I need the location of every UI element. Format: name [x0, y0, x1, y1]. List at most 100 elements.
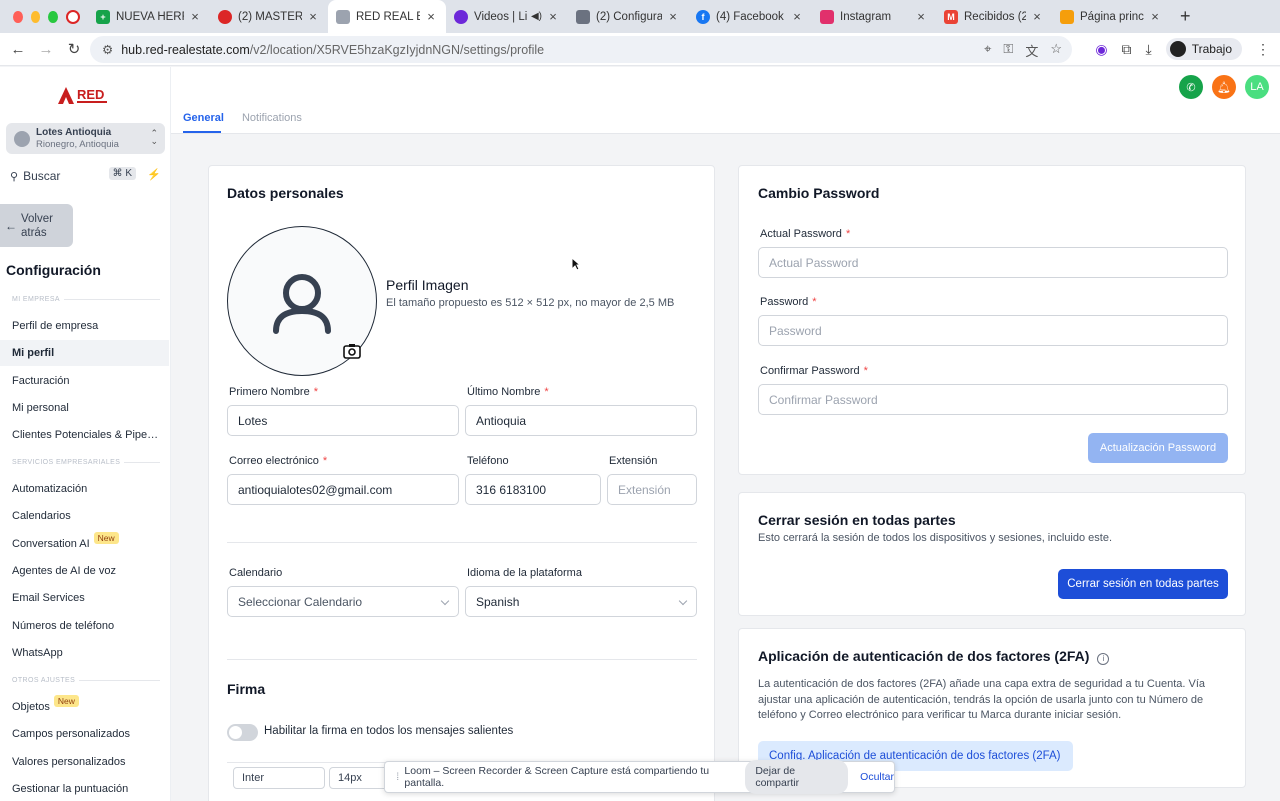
sidebar-item-objects[interactable]: Objetos New [0, 694, 169, 720]
download-icon[interactable]: ⤓ [1146, 41, 1152, 58]
notifications-button[interactable]: 🔔︎ [1212, 75, 1236, 99]
browser-tab[interactable]: (2) MASTER AGENCIA × [210, 0, 328, 33]
star-icon[interactable]: ☆ [1050, 41, 1062, 60]
close-tab-icon[interactable]: × [546, 9, 560, 24]
sidebar-item-email-services[interactable]: Email Services [0, 585, 169, 611]
calendar-select[interactable]: Seleccionar Calendario [227, 586, 459, 617]
browser-tab[interactable]: Videos | Library ◀) × [446, 0, 568, 33]
sidebar-item-calendars[interactable]: Calendarios [0, 503, 169, 529]
stop-sharing-button[interactable]: Dejar de compartir [745, 760, 849, 794]
camera-icon[interactable] [343, 343, 361, 359]
phone-button[interactable]: ✆ [1179, 75, 1203, 99]
red-logo-icon [336, 9, 350, 24]
location-sub: Rionegro, Antioquia [36, 138, 119, 150]
sidebar-item-staff[interactable]: Mi personal [0, 395, 169, 421]
new-badge: New [93, 532, 119, 544]
email-field[interactable]: antioquialotes02@gmail.com [227, 474, 459, 505]
info-icon[interactable]: i [1097, 653, 1110, 665]
location-icon[interactable]: ⌖ [984, 41, 991, 60]
extension-field[interactable]: Extensión [607, 474, 697, 505]
signature-toggle[interactable] [227, 724, 258, 741]
new-password-label: Password * [760, 296, 817, 308]
sidebar-item-voice-ai[interactable]: Agentes de AI de voz [0, 558, 169, 584]
update-password-button[interactable]: Actualización Password [1088, 433, 1228, 463]
reload-icon[interactable]: ↻ [60, 40, 88, 58]
close-tab-icon[interactable]: × [424, 9, 438, 24]
speaker-icon[interactable]: ◀) [531, 11, 542, 22]
sidebar-item-pipelines[interactable]: Clientes Potenciales & Pipelines [0, 422, 169, 448]
close-tab-icon[interactable]: × [1148, 9, 1162, 24]
browser-tab[interactable]: M Recibidos (2546) × [936, 0, 1052, 33]
loom-extension-icon[interactable]: ◉ [1095, 41, 1107, 58]
close-tab-icon[interactable]: × [1030, 9, 1044, 24]
tab-label: RED REAL ESTATE [356, 10, 420, 23]
sidebar-item-conversation-ai[interactable]: Conversation AI New [0, 531, 169, 557]
two-factor-title: Aplicación de autenticación de dos facto… [758, 648, 1110, 665]
logout-everywhere-button[interactable]: Cerrar sesión en todas partes [1058, 569, 1228, 599]
back-arrow-icon[interactable]: ← [4, 41, 32, 58]
sidebar-item-my-profile[interactable]: Mi perfil [0, 340, 169, 366]
bell-icon: 🔔︎ [1217, 81, 1231, 94]
search-shortcut: ⌘ K [108, 167, 136, 180]
user-avatar[interactable]: LA [1245, 75, 1269, 99]
mouse-cursor-icon [571, 257, 581, 271]
confirm-password-field[interactable]: Confirmar Password [758, 384, 1228, 415]
back-button[interactable]: ← Volver atrás [0, 204, 73, 247]
more-menu-icon[interactable]: ⋮ [1256, 41, 1270, 58]
browser-tab[interactable]: Instagram × [812, 0, 936, 33]
close-window-button[interactable] [13, 10, 23, 23]
tab-label: Videos | Library [474, 10, 527, 23]
phone-field[interactable]: 316 6183100 [465, 474, 601, 505]
sidebar-item-custom-fields[interactable]: Campos personalizados [0, 721, 169, 747]
browser-tab[interactable]: + NUEVA HERRAMIENTA × [88, 0, 210, 33]
extensions-icon[interactable]: ⧉ [1122, 41, 1132, 58]
close-tab-icon[interactable]: × [188, 9, 202, 24]
address-bar[interactable]: ⚙ hub.red-realestate.com/v2/location/X5R… [90, 36, 1072, 63]
forward-arrow-icon[interactable]: → [32, 41, 60, 58]
sidebar-item-custom-values[interactable]: Valores personalizados [0, 749, 169, 775]
browser-tab-active[interactable]: RED REAL ESTATE × [328, 0, 446, 33]
tab-notifications[interactable]: Notifications [242, 112, 302, 124]
new-tab-icon[interactable]: + [1180, 6, 1191, 27]
language-select[interactable]: Spanish [465, 586, 697, 617]
last-name-field[interactable]: Antioquia [465, 405, 697, 436]
browser-tab[interactable]: f (4) Facebook × [688, 0, 812, 33]
language-label: Idioma de la plataforma [467, 567, 582, 579]
url-path: /v2/location/X5RVE5hzaKgzIyjdnNGN/settin… [249, 42, 545, 57]
browser-tab[interactable]: Página principal × [1052, 0, 1170, 33]
section-heading: MI EMPRESA [12, 296, 160, 303]
extension-label: Extensión [609, 455, 658, 467]
sidebar-item-scoring[interactable]: Gestionar la puntuación [0, 776, 169, 801]
sidebar-item-phone-numbers[interactable]: Números de teléfono [0, 613, 169, 639]
first-name-field[interactable]: Lotes [227, 405, 459, 436]
current-password-label: Actual Password * [760, 228, 851, 240]
new-password-field[interactable]: Password [758, 315, 1228, 346]
location-switcher[interactable]: Lotes Antioquia Rionegro, Antioquia ⌃ ⌄ [6, 123, 165, 154]
close-tab-icon[interactable]: × [914, 9, 928, 24]
tab-general[interactable]: General [183, 112, 224, 124]
sidebar-item-whatsapp[interactable]: WhatsApp [0, 640, 169, 666]
key-icon[interactable]: ⚿ [1003, 41, 1013, 60]
drag-handle-icon[interactable]: ⁞ [391, 771, 404, 783]
close-tab-icon[interactable]: × [666, 9, 680, 24]
hide-button[interactable]: Ocultar [860, 771, 894, 783]
close-tab-icon[interactable]: × [306, 9, 320, 24]
browser-tab[interactable]: (2) Configuración × [568, 0, 688, 33]
sidebar-item-automation[interactable]: Automatización [0, 476, 169, 502]
close-tab-icon[interactable]: × [790, 9, 804, 24]
font-family-select[interactable]: Inter [233, 767, 325, 789]
section-heading-label: MI EMPRESA [12, 296, 60, 303]
profile-chip[interactable]: Trabajo [1165, 38, 1242, 60]
sidebar-item-billing[interactable]: Facturación [0, 368, 169, 394]
font-size-select[interactable]: 14px [329, 767, 389, 789]
current-password-field[interactable]: Actual Password [758, 247, 1228, 278]
translate-icon[interactable]: 文 [1025, 41, 1038, 60]
search-button[interactable]: ⚲ Buscar ⌘ K [10, 167, 136, 184]
instagram-icon [820, 9, 834, 24]
site-info-icon[interactable]: ⚙ [102, 42, 113, 57]
maximize-window-button[interactable] [48, 10, 59, 23]
minimize-window-button[interactable] [30, 10, 41, 23]
sidebar-item-company-profile[interactable]: Perfil de empresa [0, 313, 169, 339]
lightning-icon[interactable]: ⚡ [147, 168, 161, 184]
pinned-tab[interactable] [58, 0, 88, 33]
